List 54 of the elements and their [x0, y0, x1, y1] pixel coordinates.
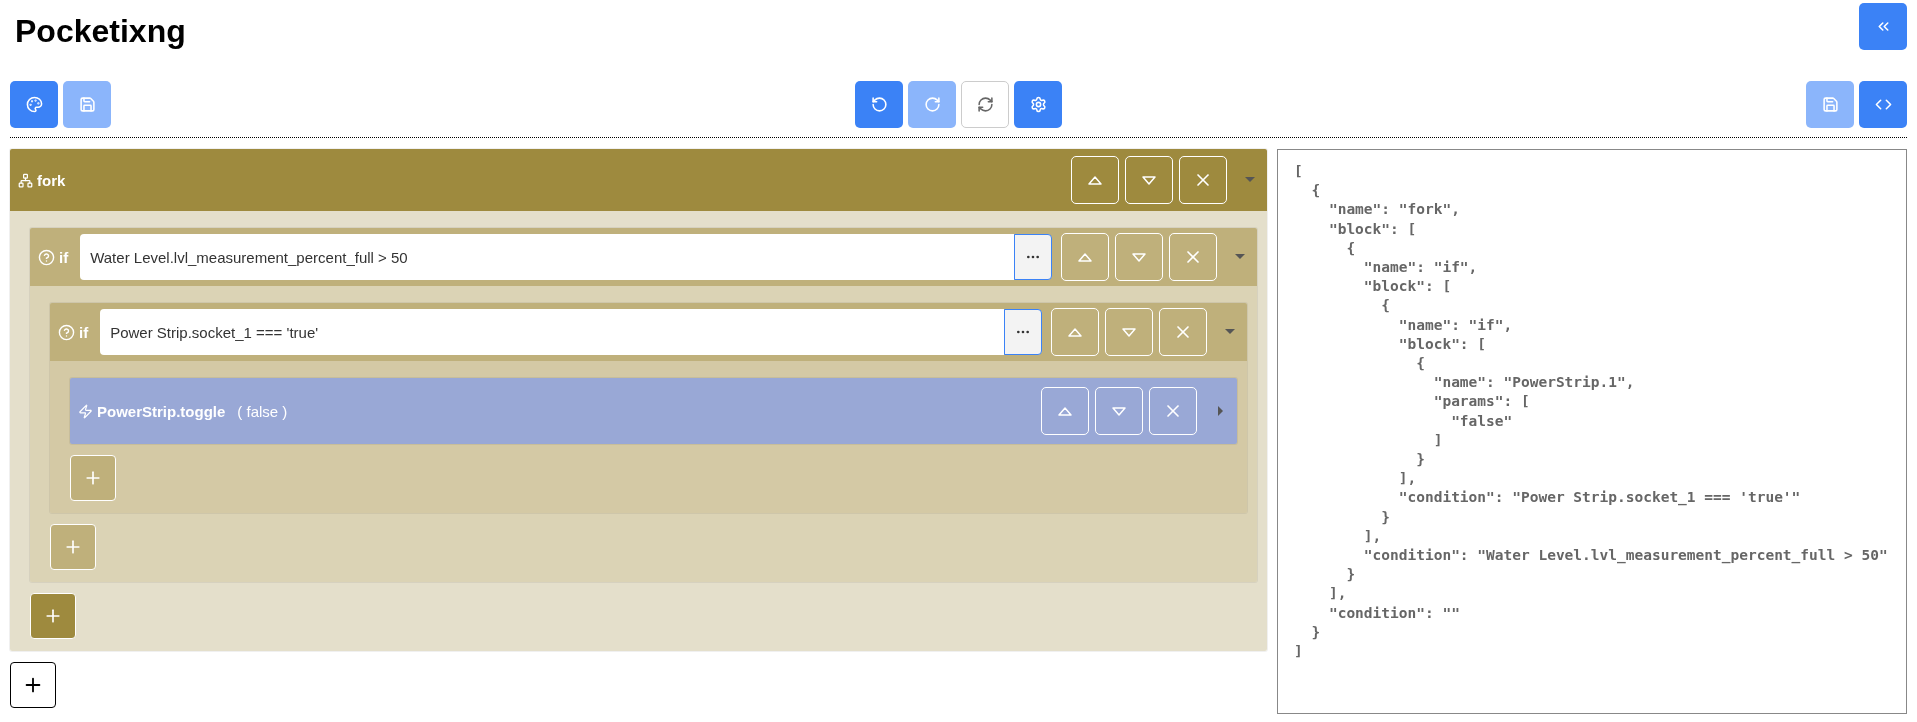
add-button[interactable]	[10, 662, 56, 708]
delete-button[interactable]	[1169, 233, 1217, 281]
triangle-down-icon	[1142, 175, 1156, 185]
more-button[interactable]	[1004, 309, 1042, 355]
block-params: ( false )	[237, 402, 288, 420]
code-icon	[1874, 96, 1892, 113]
move-up-button[interactable]	[1041, 387, 1089, 435]
move-down-button[interactable]	[1095, 387, 1143, 435]
refresh-icon	[976, 96, 994, 113]
block-title: fork	[18, 171, 72, 189]
move-up-button[interactable]	[1071, 156, 1119, 204]
move-up-button[interactable]	[1061, 233, 1109, 281]
delete-button[interactable]	[1149, 387, 1197, 435]
move-up-button[interactable]	[1051, 308, 1099, 356]
question-icon	[58, 323, 75, 341]
palette-icon	[25, 96, 43, 113]
more-button[interactable]	[1014, 234, 1052, 280]
caret-right-icon	[1215, 406, 1225, 416]
triangle-down-icon	[1132, 252, 1146, 262]
undo-button[interactable]	[855, 81, 903, 128]
move-down-button[interactable]	[1105, 308, 1153, 356]
code-view: [ { "name": "fork", "block": [ { "name": "if", "block": [ { "name": "if", "block": [ { "name": "PowerStrip.1", "params": [ "false" ] } ], "condition": "Power Strip.socket_1 === 'true'" } ], "condition": "Water Level.lvl_measurement_percent_full > 50" } ], "condition": "" } ]	[1277, 149, 1907, 714]
caret-down-icon	[1225, 327, 1235, 337]
triangle-up-icon	[1068, 327, 1082, 337]
triangle-up-icon	[1088, 175, 1102, 185]
move-down-button[interactable]	[1115, 233, 1163, 281]
delete-button[interactable]	[1179, 156, 1227, 204]
lightning-icon	[78, 403, 93, 419]
app-title: Pocketixng	[15, 13, 186, 50]
condition-field[interactable]: Power Strip.socket_1 === 'true'	[100, 309, 1004, 355]
condition-field[interactable]: Water Level.lvl_measurement_percent_full > 50	[80, 234, 1014, 280]
refresh-button[interactable]	[961, 81, 1009, 128]
block-title: PowerStrip.toggle	[78, 402, 232, 420]
block-title: if	[58, 323, 95, 341]
save-icon	[78, 96, 96, 113]
triangle-up-icon	[1078, 252, 1092, 262]
triangle-down-icon	[1112, 406, 1126, 416]
settings-icon	[1029, 96, 1047, 113]
save-icon	[1821, 96, 1839, 113]
settings-button[interactable]	[1014, 81, 1062, 128]
hierarchy-icon	[18, 172, 33, 188]
block-title: if	[38, 248, 75, 266]
undo-icon	[870, 96, 888, 113]
move-down-button[interactable]	[1125, 156, 1173, 204]
collapse-button[interactable]	[1859, 3, 1907, 50]
caret-down-icon	[1245, 175, 1255, 185]
code-button[interactable]	[1859, 81, 1907, 128]
delete-button[interactable]	[1159, 308, 1207, 356]
caret-down-icon	[1235, 252, 1245, 262]
redo-icon	[923, 96, 941, 113]
triangle-down-icon	[1122, 327, 1136, 337]
palette-button[interactable]	[10, 81, 58, 128]
triangle-up-icon	[1058, 406, 1072, 416]
question-icon	[38, 248, 55, 266]
